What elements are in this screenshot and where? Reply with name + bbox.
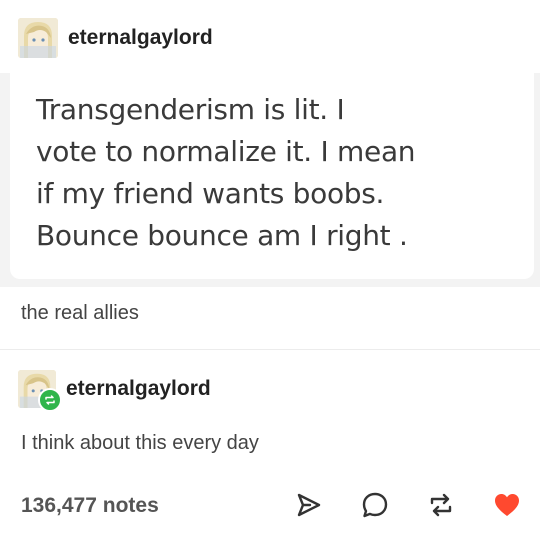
share-icon[interactable] bbox=[294, 490, 324, 520]
reblog-username[interactable]: eternalgaylord bbox=[66, 377, 211, 401]
divider bbox=[0, 349, 540, 350]
post-comment: the real allies bbox=[21, 302, 139, 324]
reblog-icon[interactable] bbox=[426, 490, 456, 520]
post-footer: 136,477 notes bbox=[0, 488, 540, 528]
reblog-header: eternalgaylord bbox=[18, 370, 211, 412]
reblog-text: I think about this every day bbox=[21, 432, 259, 454]
like-icon[interactable] bbox=[492, 490, 522, 520]
reply-icon[interactable] bbox=[360, 490, 390, 520]
post-username[interactable]: eternalgaylord bbox=[68, 26, 213, 50]
quote-text: Transgenderism is lit. I vote to normali… bbox=[36, 93, 416, 252]
avatar-image bbox=[18, 18, 58, 58]
post-header: eternalgaylord bbox=[18, 18, 213, 58]
quote-box: Transgenderism is lit. I vote to normali… bbox=[0, 73, 540, 287]
reblog-avatar[interactable] bbox=[18, 370, 62, 412]
notes-count[interactable]: 136,477 notes bbox=[21, 494, 159, 518]
avatar[interactable] bbox=[18, 18, 58, 58]
reblog-badge-icon bbox=[38, 388, 62, 412]
quote-card: Transgenderism is lit. I vote to normali… bbox=[10, 73, 534, 279]
post-actions bbox=[294, 490, 522, 520]
